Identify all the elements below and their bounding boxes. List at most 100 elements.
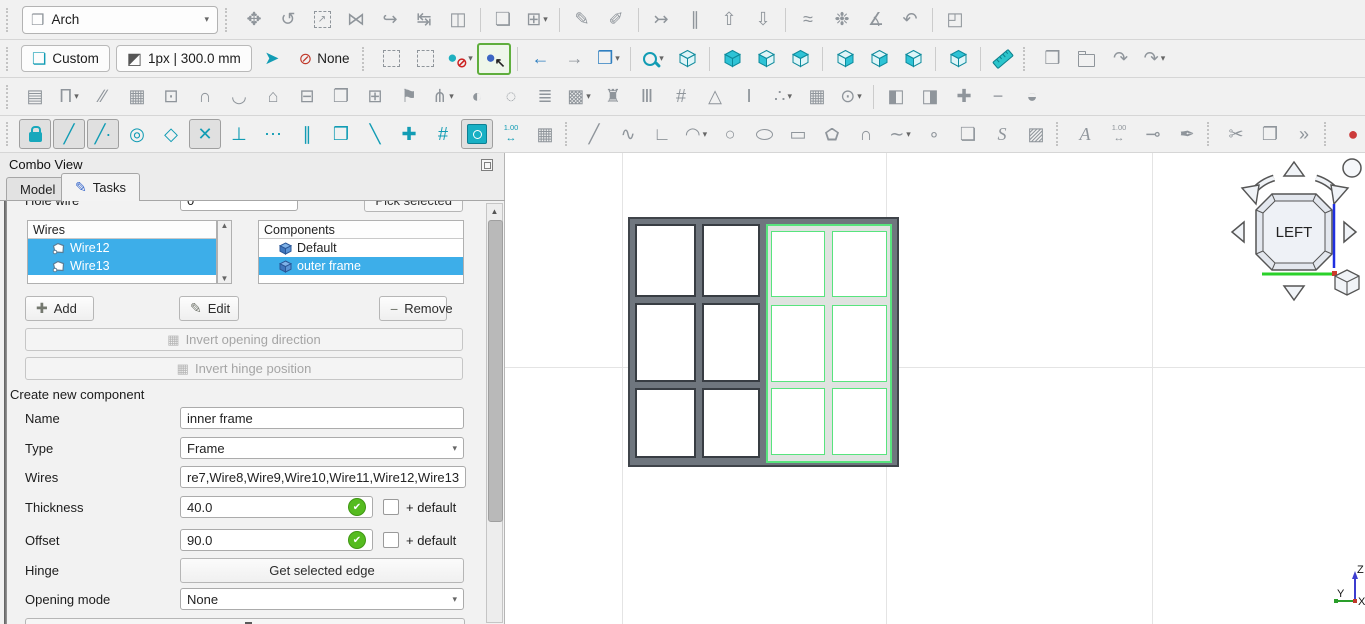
- name-input[interactable]: inner frame: [180, 407, 464, 429]
- cut-line-icon[interactable]: ◨: [914, 82, 946, 112]
- split-icon[interactable]: ∥: [679, 5, 711, 35]
- window-pane[interactable]: [702, 224, 760, 297]
- downgrade-icon[interactable]: ⇩: [747, 5, 779, 35]
- snap-perpendicular-icon[interactable]: ⊥: [223, 119, 255, 149]
- draft-dimension-icon[interactable]: 1.00↔: [1103, 119, 1135, 149]
- draft-label-icon[interactable]: ⊸: [1137, 119, 1169, 149]
- float-panel-icon[interactable]: [481, 159, 493, 171]
- nav-down-arrow[interactable]: [1284, 286, 1304, 300]
- offset-icon[interactable]: ↪: [374, 5, 406, 35]
- layer-button[interactable]: ❏Custom: [21, 45, 110, 72]
- macro-record-icon[interactable]: ●: [1337, 119, 1365, 149]
- remove-button[interactable]: − Remove: [379, 296, 447, 321]
- hole-wire-input[interactable]: 0: [180, 201, 298, 211]
- snap-working-plane-icon[interactable]: [461, 119, 493, 149]
- profile-icon[interactable]: ⋔▾: [427, 82, 459, 112]
- wall-icon[interactable]: ▤: [19, 82, 51, 112]
- panel-scrollbar[interactable]: ▲: [486, 203, 503, 623]
- window-pane[interactable]: [635, 303, 696, 382]
- get-selected-edge-button[interactable]: Get selected edge: [180, 558, 464, 583]
- stretch-icon[interactable]: ◫: [442, 5, 474, 35]
- thickness-input[interactable]: 40.0 ✔: [180, 496, 373, 518]
- snap-center-icon[interactable]: ◎: [121, 119, 153, 149]
- view-fit-all-icon[interactable]: [671, 44, 703, 74]
- wire-to-bspline-icon[interactable]: ≈: [792, 5, 824, 35]
- draft-text-icon[interactable]: A: [1069, 119, 1101, 149]
- navigation-cube[interactable]: LEFT: [1228, 154, 1364, 304]
- subelement-highlight-icon[interactable]: ✐: [600, 5, 632, 35]
- shape-2d-view-icon[interactable]: ◰: [939, 5, 971, 35]
- beam-profile-icon[interactable]: Ⅰ: [733, 82, 765, 112]
- scale-icon[interactable]: ↗: [306, 5, 338, 35]
- toggle-selectability-icon[interactable]: ●⊘▾: [443, 44, 475, 74]
- draft-line-icon[interactable]: ╱: [578, 119, 610, 149]
- schedule-icon[interactable]: ▦: [801, 82, 833, 112]
- annotation-style-icon[interactable]: ✒: [1171, 119, 1203, 149]
- wires-input[interactable]: re7,Wire8,Wire9,Wire10,Wire11,Wire12,Wir…: [180, 466, 466, 488]
- snap-midpoint-icon[interactable]: ╱·: [87, 119, 119, 149]
- rotate-icon[interactable]: ↺: [272, 5, 304, 35]
- mirror-icon[interactable]: ⋈: [340, 5, 372, 35]
- axis-system-icon[interactable]: ◌: [495, 82, 527, 112]
- opening-mode-dropdown[interactable]: None ▾: [180, 588, 464, 610]
- project-icon[interactable]: ∩: [189, 82, 221, 112]
- window-pane[interactable]: [702, 388, 760, 458]
- snap-extension-icon[interactable]: ⋯: [257, 119, 289, 149]
- view-axonometric-icon[interactable]: [716, 44, 748, 74]
- add-button[interactable]: ✚ Add: [25, 296, 94, 321]
- remove-component-icon[interactable]: −: [982, 82, 1014, 112]
- pipe-icon[interactable]: ⊙▾: [835, 82, 867, 112]
- draft-polyline-icon[interactable]: ∿: [612, 119, 644, 149]
- autogroup-button[interactable]: ⊘None: [291, 46, 358, 71]
- snap-special-icon[interactable]: ❒: [325, 119, 357, 149]
- facebinder-icon[interactable]: ❏: [952, 119, 984, 149]
- edit-button[interactable]: ✎ Edit: [179, 296, 239, 321]
- column-icon[interactable]: Ⅲ: [631, 82, 663, 112]
- view-top-icon[interactable]: [784, 44, 816, 74]
- rebar-icon[interactable]: ∕∕: [87, 82, 119, 112]
- structure-icon[interactable]: Π▾: [53, 82, 85, 112]
- nav-forward-icon[interactable]: →: [558, 44, 590, 74]
- zoom-icon[interactable]: ▾: [637, 44, 669, 74]
- toggle-grid-icon[interactable]: ▦: [529, 119, 561, 149]
- add-component-icon[interactable]: ✚: [948, 82, 980, 112]
- open-folder-icon[interactable]: [1070, 44, 1102, 74]
- cut-with-plane-icon[interactable]: ◧: [880, 82, 912, 112]
- component-list-item[interactable]: Default: [259, 239, 463, 257]
- building-icon[interactable]: ⌂: [257, 82, 289, 112]
- add-point-icon[interactable]: ❉: [826, 5, 858, 35]
- draft-bezier-icon[interactable]: ∼▾: [884, 119, 916, 149]
- material-icon[interactable]: ∴▾: [767, 82, 799, 112]
- level-icon[interactable]: ⊟: [291, 82, 323, 112]
- wire-list-item[interactable]: Wire13: [28, 257, 216, 275]
- draft-ellipse-icon[interactable]: [748, 119, 780, 149]
- snap-intersection-icon[interactable]: ✕: [189, 119, 221, 149]
- snap-endpoint-icon[interactable]: ╱: [53, 119, 85, 149]
- trim-icon[interactable]: ↹: [408, 5, 440, 35]
- edit-icon[interactable]: ✎: [566, 5, 598, 35]
- view-right-icon[interactable]: [829, 44, 861, 74]
- snap-ortho-icon[interactable]: ✚: [393, 119, 425, 149]
- make-link-group-icon[interactable]: ↷▾: [1138, 44, 1170, 74]
- offset-default-checkbox[interactable]: [383, 532, 399, 548]
- join-icon[interactable]: ↣: [645, 5, 677, 35]
- selection-mode-icon[interactable]: ●↖: [477, 43, 511, 75]
- scroll-up-icon[interactable]: ▲: [221, 221, 229, 230]
- view-front-icon[interactable]: [750, 44, 782, 74]
- selected-wire-pane[interactable]: [771, 388, 825, 455]
- tab-model[interactable]: Model: [6, 177, 69, 201]
- 3d-viewport[interactable]: LEFT Z Y X: [505, 153, 1365, 624]
- snap-grid-icon[interactable]: #: [427, 119, 459, 149]
- hatch-icon[interactable]: ▨: [1020, 119, 1052, 149]
- space-icon[interactable]: ▩▾: [563, 82, 595, 112]
- offset-input[interactable]: 90.0 ✔: [180, 529, 373, 551]
- upgrade-icon[interactable]: ⇧: [713, 5, 745, 35]
- paste-icon[interactable]: ❐: [1254, 119, 1286, 149]
- selected-wire-pane[interactable]: [771, 305, 825, 382]
- draft-fillet-icon[interactable]: ∟: [646, 119, 678, 149]
- array-icon[interactable]: ⊞▾: [521, 5, 553, 35]
- flip-dimension-icon[interactable]: ↶: [894, 5, 926, 35]
- thickness-default-checkbox[interactable]: [383, 499, 399, 515]
- window-pane[interactable]: [702, 303, 760, 382]
- component-list-item[interactable]: outer frame: [259, 257, 463, 275]
